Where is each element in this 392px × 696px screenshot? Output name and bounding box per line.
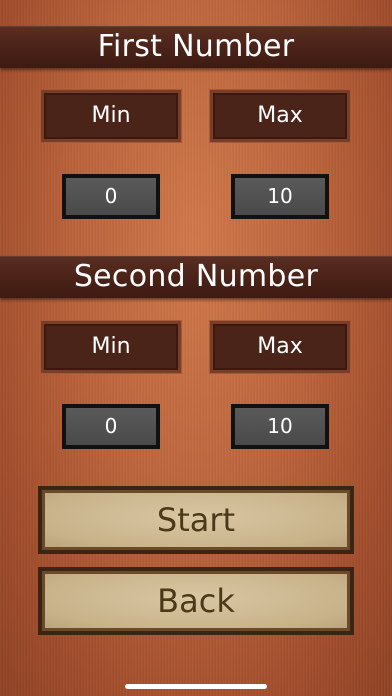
second-max-label: Max xyxy=(210,321,350,373)
second-min-label: Min xyxy=(41,321,181,373)
start-button[interactable]: Start xyxy=(38,486,354,554)
first-min-value[interactable]: 0 xyxy=(66,178,156,215)
second-max-field[interactable]: 10 xyxy=(231,404,329,449)
back-button[interactable]: Back xyxy=(38,567,354,635)
home-indicator[interactable] xyxy=(125,684,267,689)
second-max-value[interactable]: 10 xyxy=(235,408,325,445)
first-max-label: Max xyxy=(210,90,350,142)
second-min-value[interactable]: 0 xyxy=(66,408,156,445)
first-max-field[interactable]: 10 xyxy=(231,174,329,219)
second-min-field[interactable]: 0 xyxy=(62,404,160,449)
first-min-label: Min xyxy=(41,90,181,142)
first-min-field[interactable]: 0 xyxy=(62,174,160,219)
first-max-value[interactable]: 10 xyxy=(235,178,325,215)
first-number-title: First Number xyxy=(0,26,392,68)
second-number-title: Second Number xyxy=(0,256,392,298)
